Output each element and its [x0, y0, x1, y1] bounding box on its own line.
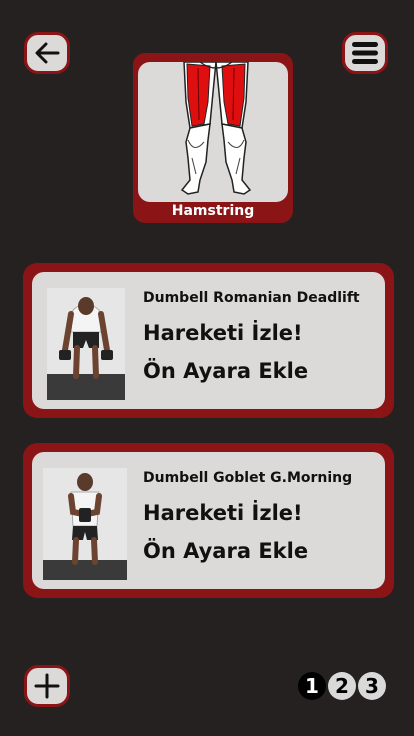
exercise-card-inner: Dumbell Goblet G.Morning Hareketi İzle! …	[32, 452, 385, 589]
exercise-name: Dumbell Goblet G.Morning	[143, 470, 353, 486]
exercise-thumbnail[interactable]	[47, 288, 125, 400]
hamburger-menu-icon	[352, 42, 378, 64]
romanian-deadlift-photo	[47, 288, 125, 400]
page-3-button[interactable]: 3	[358, 672, 386, 700]
add-button[interactable]	[24, 665, 70, 707]
plus-icon	[34, 673, 60, 699]
muscle-illustration	[138, 62, 288, 202]
exercise-name: Dumbell Romanian Deadlift	[143, 290, 360, 306]
goblet-good-morning-photo	[43, 468, 127, 580]
arrow-left-icon	[35, 42, 60, 64]
page-1-button[interactable]: 1	[298, 672, 326, 700]
watch-exercise-link[interactable]: Hareketi İzle!	[143, 501, 303, 525]
exercise-thumbnail[interactable]	[43, 468, 127, 580]
exercise-card: Dumbell Romanian Deadlift Hareketi İzle!…	[23, 263, 394, 418]
add-to-preset-link[interactable]: Ön Ayara Ekle	[143, 359, 308, 383]
exercise-card: Dumbell Goblet G.Morning Hareketi İzle! …	[23, 443, 394, 598]
add-to-preset-link[interactable]: Ön Ayara Ekle	[143, 539, 308, 563]
legs-hamstring-illustration	[180, 62, 252, 195]
menu-button[interactable]	[342, 32, 388, 74]
exercise-card-inner: Dumbell Romanian Deadlift Hareketi İzle!…	[32, 272, 385, 409]
back-button[interactable]	[24, 32, 70, 74]
watch-exercise-link[interactable]: Hareketi İzle!	[143, 321, 303, 345]
page-2-button[interactable]: 2	[328, 672, 356, 700]
muscle-card: Hamstring	[133, 53, 293, 223]
muscle-label: Hamstring	[171, 203, 255, 219]
page-selector: 1 2 3	[298, 672, 386, 700]
